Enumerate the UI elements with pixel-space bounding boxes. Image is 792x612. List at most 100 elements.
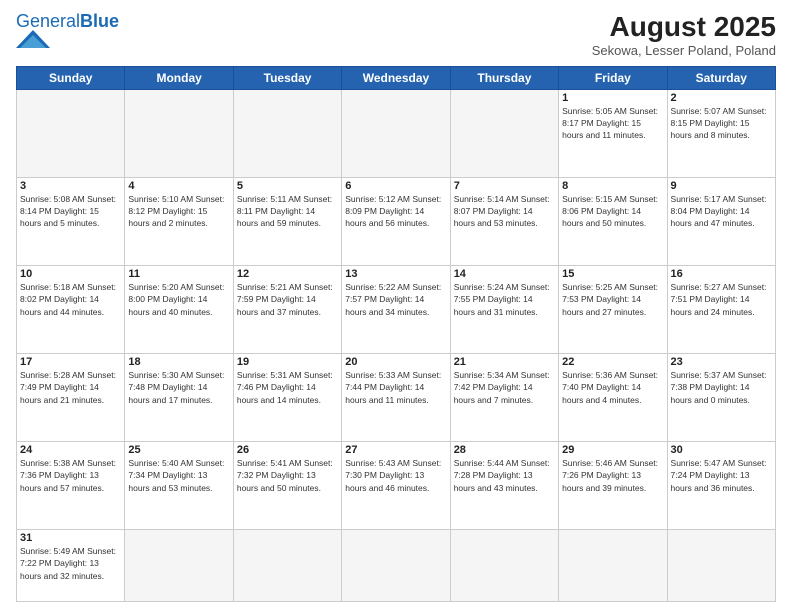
calendar-cell: 17Sunrise: 5:28 AM Sunset: 7:49 PM Dayli… (17, 353, 125, 441)
calendar-cell: 16Sunrise: 5:27 AM Sunset: 7:51 PM Dayli… (667, 265, 775, 353)
day-number: 5 (237, 180, 338, 192)
calendar-cell (17, 89, 125, 177)
day-number: 4 (128, 180, 229, 192)
day-number: 29 (562, 444, 663, 456)
calendar-cell: 26Sunrise: 5:41 AM Sunset: 7:32 PM Dayli… (233, 442, 341, 530)
weekday-header: Friday (559, 66, 667, 89)
calendar-cell: 3Sunrise: 5:08 AM Sunset: 8:14 PM Daylig… (17, 177, 125, 265)
calendar-header: SundayMondayTuesdayWednesdayThursdayFrid… (17, 66, 776, 89)
calendar-cell: 9Sunrise: 5:17 AM Sunset: 8:04 PM Daylig… (667, 177, 775, 265)
main-title: August 2025 (592, 12, 776, 43)
calendar-cell (233, 530, 341, 602)
calendar-cell: 22Sunrise: 5:36 AM Sunset: 7:40 PM Dayli… (559, 353, 667, 441)
day-info: Sunrise: 5:28 AM Sunset: 7:49 PM Dayligh… (20, 369, 121, 406)
day-info: Sunrise: 5:07 AM Sunset: 8:15 PM Dayligh… (671, 105, 772, 142)
calendar-cell: 12Sunrise: 5:21 AM Sunset: 7:59 PM Dayli… (233, 265, 341, 353)
calendar-cell: 1Sunrise: 5:05 AM Sunset: 8:17 PM Daylig… (559, 89, 667, 177)
day-info: Sunrise: 5:20 AM Sunset: 8:00 PM Dayligh… (128, 281, 229, 318)
day-number: 31 (20, 532, 121, 544)
calendar-cell: 31Sunrise: 5:49 AM Sunset: 7:22 PM Dayli… (17, 530, 125, 602)
calendar-week-row: 24Sunrise: 5:38 AM Sunset: 7:36 PM Dayli… (17, 442, 776, 530)
weekday-header: Saturday (667, 66, 775, 89)
calendar-cell (559, 530, 667, 602)
day-number: 11 (128, 268, 229, 280)
day-number: 1 (562, 92, 663, 104)
weekday-header: Thursday (450, 66, 558, 89)
calendar-week-row: 17Sunrise: 5:28 AM Sunset: 7:49 PM Dayli… (17, 353, 776, 441)
day-number: 23 (671, 356, 772, 368)
day-info: Sunrise: 5:30 AM Sunset: 7:48 PM Dayligh… (128, 369, 229, 406)
day-info: Sunrise: 5:08 AM Sunset: 8:14 PM Dayligh… (20, 193, 121, 230)
calendar-cell: 2Sunrise: 5:07 AM Sunset: 8:15 PM Daylig… (667, 89, 775, 177)
day-number: 19 (237, 356, 338, 368)
day-number: 12 (237, 268, 338, 280)
day-info: Sunrise: 5:37 AM Sunset: 7:38 PM Dayligh… (671, 369, 772, 406)
day-info: Sunrise: 5:21 AM Sunset: 7:59 PM Dayligh… (237, 281, 338, 318)
day-number: 17 (20, 356, 121, 368)
day-info: Sunrise: 5:15 AM Sunset: 8:06 PM Dayligh… (562, 193, 663, 230)
day-info: Sunrise: 5:17 AM Sunset: 8:04 PM Dayligh… (671, 193, 772, 230)
calendar-cell: 15Sunrise: 5:25 AM Sunset: 7:53 PM Dayli… (559, 265, 667, 353)
day-info: Sunrise: 5:47 AM Sunset: 7:24 PM Dayligh… (671, 457, 772, 494)
weekday-header: Tuesday (233, 66, 341, 89)
calendar-body: 1Sunrise: 5:05 AM Sunset: 8:17 PM Daylig… (17, 89, 776, 601)
day-info: Sunrise: 5:10 AM Sunset: 8:12 PM Dayligh… (128, 193, 229, 230)
day-info: Sunrise: 5:18 AM Sunset: 8:02 PM Dayligh… (20, 281, 121, 318)
calendar-cell: 5Sunrise: 5:11 AM Sunset: 8:11 PM Daylig… (233, 177, 341, 265)
day-info: Sunrise: 5:12 AM Sunset: 8:09 PM Dayligh… (345, 193, 446, 230)
weekday-header: Monday (125, 66, 233, 89)
day-info: Sunrise: 5:43 AM Sunset: 7:30 PM Dayligh… (345, 457, 446, 494)
calendar-cell (125, 89, 233, 177)
day-number: 18 (128, 356, 229, 368)
calendar-cell (667, 530, 775, 602)
logo-general: General (16, 11, 80, 31)
calendar-cell: 7Sunrise: 5:14 AM Sunset: 8:07 PM Daylig… (450, 177, 558, 265)
day-number: 9 (671, 180, 772, 192)
calendar-cell: 4Sunrise: 5:10 AM Sunset: 8:12 PM Daylig… (125, 177, 233, 265)
day-number: 10 (20, 268, 121, 280)
day-info: Sunrise: 5:25 AM Sunset: 7:53 PM Dayligh… (562, 281, 663, 318)
day-info: Sunrise: 5:05 AM Sunset: 8:17 PM Dayligh… (562, 105, 663, 142)
calendar-cell: 24Sunrise: 5:38 AM Sunset: 7:36 PM Dayli… (17, 442, 125, 530)
day-number: 6 (345, 180, 446, 192)
calendar-cell (342, 89, 450, 177)
calendar-cell: 25Sunrise: 5:40 AM Sunset: 7:34 PM Dayli… (125, 442, 233, 530)
calendar-week-row: 10Sunrise: 5:18 AM Sunset: 8:02 PM Dayli… (17, 265, 776, 353)
day-number: 2 (671, 92, 772, 104)
calendar-cell: 20Sunrise: 5:33 AM Sunset: 7:44 PM Dayli… (342, 353, 450, 441)
calendar-cell: 19Sunrise: 5:31 AM Sunset: 7:46 PM Dayli… (233, 353, 341, 441)
logo-text: GeneralBlue (16, 11, 119, 31)
day-info: Sunrise: 5:36 AM Sunset: 7:40 PM Dayligh… (562, 369, 663, 406)
weekday-row: SundayMondayTuesdayWednesdayThursdayFrid… (17, 66, 776, 89)
header: GeneralBlue August 2025 Sekowa, Lesser P… (16, 12, 776, 58)
day-info: Sunrise: 5:40 AM Sunset: 7:34 PM Dayligh… (128, 457, 229, 494)
day-number: 27 (345, 444, 446, 456)
day-number: 14 (454, 268, 555, 280)
day-info: Sunrise: 5:31 AM Sunset: 7:46 PM Dayligh… (237, 369, 338, 406)
day-info: Sunrise: 5:49 AM Sunset: 7:22 PM Dayligh… (20, 545, 121, 582)
calendar-cell: 13Sunrise: 5:22 AM Sunset: 7:57 PM Dayli… (342, 265, 450, 353)
day-number: 15 (562, 268, 663, 280)
page: GeneralBlue August 2025 Sekowa, Lesser P… (0, 0, 792, 612)
calendar-cell: 27Sunrise: 5:43 AM Sunset: 7:30 PM Dayli… (342, 442, 450, 530)
calendar-cell: 21Sunrise: 5:34 AM Sunset: 7:42 PM Dayli… (450, 353, 558, 441)
day-number: 28 (454, 444, 555, 456)
day-number: 24 (20, 444, 121, 456)
calendar-cell: 18Sunrise: 5:30 AM Sunset: 7:48 PM Dayli… (125, 353, 233, 441)
day-number: 30 (671, 444, 772, 456)
logo-icon (16, 30, 50, 48)
day-number: 8 (562, 180, 663, 192)
day-info: Sunrise: 5:44 AM Sunset: 7:28 PM Dayligh… (454, 457, 555, 494)
calendar-table: SundayMondayTuesdayWednesdayThursdayFrid… (16, 66, 776, 602)
logo: GeneralBlue (16, 12, 119, 53)
logo-blue: Blue (80, 11, 119, 31)
day-number: 20 (345, 356, 446, 368)
calendar-cell: 6Sunrise: 5:12 AM Sunset: 8:09 PM Daylig… (342, 177, 450, 265)
calendar-week-row: 31Sunrise: 5:49 AM Sunset: 7:22 PM Dayli… (17, 530, 776, 602)
calendar-cell: 23Sunrise: 5:37 AM Sunset: 7:38 PM Dayli… (667, 353, 775, 441)
weekday-header: Wednesday (342, 66, 450, 89)
title-block: August 2025 Sekowa, Lesser Poland, Polan… (592, 12, 776, 58)
calendar-cell: 30Sunrise: 5:47 AM Sunset: 7:24 PM Dayli… (667, 442, 775, 530)
day-number: 21 (454, 356, 555, 368)
day-info: Sunrise: 5:27 AM Sunset: 7:51 PM Dayligh… (671, 281, 772, 318)
